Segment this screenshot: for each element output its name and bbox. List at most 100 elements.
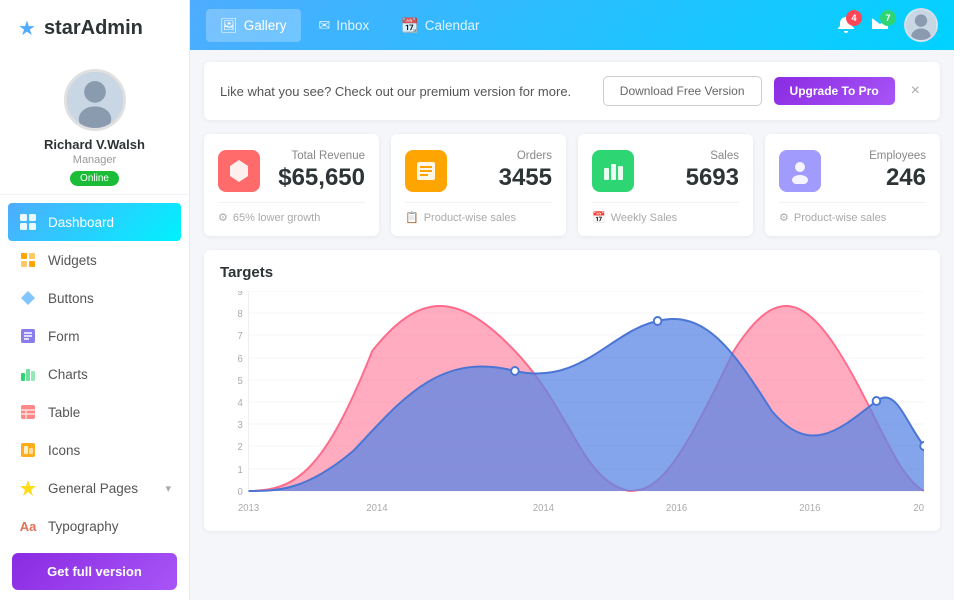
table-icon (18, 402, 38, 422)
tab-inbox[interactable]: ✉ Inbox (305, 9, 384, 42)
svg-text:7: 7 (238, 331, 243, 342)
notifications-button[interactable]: 4 (836, 15, 856, 35)
sidebar-item-typography[interactable]: Aa Typography (0, 507, 189, 543)
logo-icon: ★ (18, 16, 36, 41)
profile-role: Manager (73, 154, 116, 166)
footer-icon: ⚙ (779, 211, 789, 224)
svg-text:6: 6 (238, 354, 243, 365)
chevron-down-icon: ▾ (165, 482, 171, 495)
sales-icon (592, 150, 634, 192)
tab-label: Inbox (336, 18, 369, 33)
messages-button[interactable]: 7 (870, 15, 890, 35)
svg-text:3: 3 (238, 420, 243, 431)
svg-text:2017: 2017 (913, 503, 924, 514)
sales-footer: 📅 Weekly Sales (592, 202, 739, 224)
stat-card-revenue: Total Revenue $65,650 ⚙ 65% lower growth (204, 134, 379, 236)
tab-label: Gallery (244, 18, 287, 33)
footer-icon: ⚙ (218, 211, 228, 224)
download-free-button[interactable]: Download Free Version (603, 76, 762, 106)
upgrade-to-pro-button[interactable]: Upgrade To Pro (774, 77, 895, 105)
sidebar-item-form[interactable]: Form (0, 317, 189, 355)
employees-label: Employees (833, 150, 926, 162)
gallery-icon: 🖼 (220, 17, 238, 34)
sidebar-item-label: Buttons (48, 291, 94, 306)
charts-icon (18, 364, 38, 384)
footer-icon: 📅 (592, 211, 606, 224)
svg-text:2: 2 (238, 442, 243, 453)
user-profile: Richard V.Walsh Manager Online (0, 57, 189, 195)
revenue-value: $65,650 (272, 165, 365, 191)
promo-text: Like what you see? Check out our premium… (220, 84, 591, 99)
sidebar-item-buttons[interactable]: Buttons (0, 279, 189, 317)
get-full-version-button[interactable]: Get full version (12, 553, 177, 590)
sidebar-item-general-pages[interactable]: General Pages ▾ (0, 469, 189, 507)
topnav-right: 4 7 (836, 8, 938, 42)
general-pages-icon (18, 478, 38, 498)
tab-gallery[interactable]: 🖼 Gallery (206, 9, 301, 42)
footer-icon: 📋 (405, 211, 419, 224)
chart-area: 0 1 2 3 4 5 6 7 8 9 (220, 291, 924, 521)
sidebar-item-label: Icons (48, 443, 80, 458)
svg-text:5: 5 (238, 376, 244, 387)
stats-row: Total Revenue $65,650 ⚙ 65% lower growth (204, 134, 940, 236)
svg-text:1: 1 (238, 465, 243, 476)
sidebar-item-label: General Pages (48, 481, 138, 496)
icons-icon (18, 440, 38, 460)
sidebar-item-label: Dashboard (48, 215, 114, 230)
sidebar-item-icons[interactable]: Icons (0, 431, 189, 469)
stat-card-sales: Sales 5693 📅 Weekly Sales (578, 134, 753, 236)
orders-label: Orders (459, 150, 552, 162)
sidebar-item-label: Form (48, 329, 80, 344)
promo-close-button[interactable]: × (907, 82, 924, 100)
buttons-icon (18, 288, 38, 308)
sidebar-item-dashboard[interactable]: Dashboard (8, 203, 181, 241)
calendar-icon: 📆 (401, 17, 418, 34)
sidebar-item-widgets[interactable]: Widgets (0, 241, 189, 279)
svg-text:2016: 2016 (799, 503, 820, 514)
notifications-badge: 4 (846, 10, 862, 26)
employees-value: 246 (833, 165, 926, 191)
user-avatar-button[interactable] (904, 8, 938, 42)
svg-text:8: 8 (238, 309, 243, 320)
sidebar-item-charts[interactable]: Charts (0, 355, 189, 393)
profile-name: Richard V.Walsh (44, 137, 145, 152)
revenue-icon (218, 150, 260, 192)
svg-text:2013: 2013 (238, 503, 259, 514)
stat-card-orders: Orders 3455 📋 Product-wise sales (391, 134, 566, 236)
sidebar-bottom: Get full version (0, 543, 189, 600)
employees-footer: ⚙ Product-wise sales (779, 202, 926, 224)
chart-section: Targets 0 (204, 250, 940, 531)
form-icon (18, 326, 38, 346)
svg-text:2014: 2014 (533, 503, 555, 514)
promo-banner: Like what you see? Check out our premium… (204, 62, 940, 120)
tab-label: Calendar (425, 18, 480, 33)
sidebar: ★ starAdmin Richard V.Walsh Manager Onli… (0, 0, 190, 600)
logo-text: starAdmin (44, 17, 143, 40)
tab-calendar[interactable]: 📆 Calendar (387, 9, 493, 42)
svg-text:4: 4 (238, 398, 244, 409)
sidebar-item-table[interactable]: Table (0, 393, 189, 431)
main-content: 🖼 Gallery ✉ Inbox 📆 Calendar 4 7 (190, 0, 954, 600)
inbox-icon: ✉ (319, 17, 331, 34)
status-badge: Online (70, 171, 119, 186)
orders-icon (405, 150, 447, 192)
svg-text:2016: 2016 (666, 503, 687, 514)
sales-value: 5693 (646, 165, 739, 191)
dashboard-icon (18, 212, 38, 232)
top-navigation: 🖼 Gallery ✉ Inbox 📆 Calendar 4 7 (190, 0, 954, 50)
logo-area: ★ starAdmin (0, 0, 189, 57)
stat-card-employees: Employees 246 ⚙ Product-wise sales (765, 134, 940, 236)
revenue-label: Total Revenue (272, 150, 365, 162)
typography-icon: Aa (18, 516, 38, 536)
messages-badge: 7 (880, 10, 896, 26)
chart-title: Targets (220, 264, 924, 281)
svg-text:9: 9 (238, 291, 243, 298)
revenue-footer: ⚙ 65% lower growth (218, 202, 365, 224)
sidebar-item-label: Typography (48, 519, 119, 534)
avatar (64, 69, 126, 131)
svg-text:2014: 2014 (366, 503, 388, 514)
content-area: Like what you see? Check out our premium… (190, 50, 954, 600)
sales-label: Sales (646, 150, 739, 162)
employees-icon (779, 150, 821, 192)
sidebar-item-label: Widgets (48, 253, 97, 268)
